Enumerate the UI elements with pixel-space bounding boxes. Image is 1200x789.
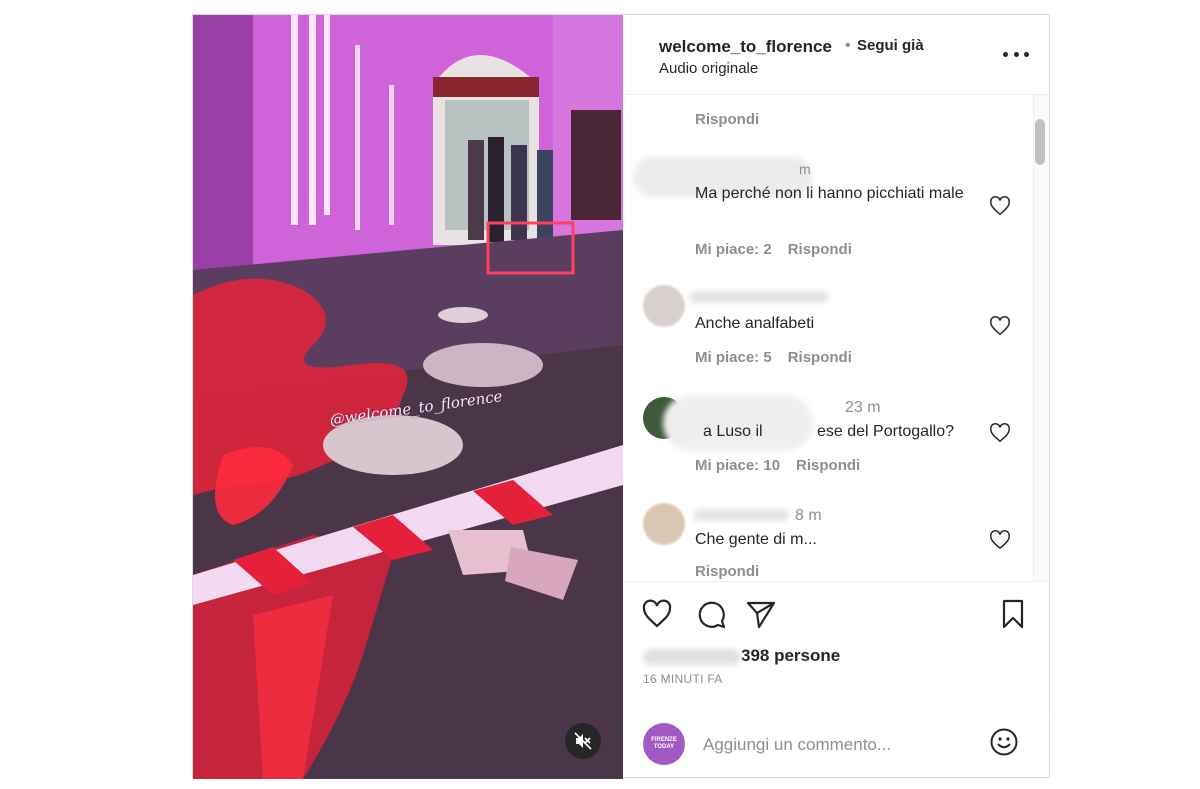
likes-count[interactable]: Mi piace: 5	[695, 349, 772, 366]
comment-text-end: ese del Portogallo?	[817, 423, 954, 440]
list-item: Rispondi	[695, 111, 759, 128]
post-timestamp[interactable]: 16 MINUTI FA	[643, 672, 723, 686]
likes-summary[interactable]: 398 persone	[643, 646, 840, 666]
heart-icon[interactable]	[641, 598, 673, 630]
post-sidebar: welcome_to_florence • Segui già Audio or…	[623, 15, 1051, 779]
likes-count[interactable]: Mi piace: 2	[695, 241, 772, 258]
heart-icon[interactable]	[989, 195, 1011, 217]
post-header: welcome_to_florence • Segui già Audio or…	[623, 15, 1051, 95]
audio-label[interactable]: Audio originale	[659, 60, 758, 77]
comment-bubble-icon[interactable]	[695, 598, 727, 630]
likes-count: 398 persone	[741, 646, 841, 665]
avatar-logo-text: TODAY	[653, 744, 675, 750]
comment-meta: Mi piace: 10 Rispondi	[695, 457, 860, 474]
heart-icon[interactable]	[989, 315, 1011, 337]
comment-text-start: a Luso il	[703, 423, 763, 440]
blurred-username	[693, 509, 789, 521]
post-actions: 398 persone 16 MINUTI FA FIRENZE TODAY	[623, 581, 1051, 780]
reply-button[interactable]: Rispondi	[788, 241, 852, 258]
comment-time: 8 m	[795, 507, 822, 524]
smiley-icon[interactable]	[989, 727, 1019, 757]
likes-count[interactable]: Mi piace: 10	[695, 457, 780, 474]
comment-text: Anche analfabeti	[695, 315, 815, 332]
comment-meta: Mi piace: 5 Rispondi	[695, 349, 852, 366]
more-dots-icon[interactable]	[1003, 43, 1029, 65]
speaker-muted-icon	[574, 732, 592, 750]
paper-plane-icon[interactable]	[745, 598, 777, 630]
post-video[interactable]: @welcome_to_florence	[193, 15, 623, 779]
heart-icon[interactable]	[989, 422, 1011, 444]
comment-text: Ma perché non li hanno picchiati male	[695, 185, 964, 202]
reply-button[interactable]: Rispondi	[788, 349, 852, 366]
comment-text: Che gente di m...	[695, 531, 817, 548]
comments-list[interactable]: Rispondi m Ma perché non li hanno picchi…	[623, 95, 1051, 581]
mute-button[interactable]	[565, 723, 601, 759]
comment-meta: Rispondi	[695, 563, 759, 580]
comments-scrollbar-track[interactable]	[1033, 95, 1048, 581]
follow-status-button[interactable]: Segui già	[857, 37, 924, 54]
blurred-username	[689, 291, 829, 303]
add-comment-row: FIRENZE TODAY	[623, 712, 1051, 781]
avatar[interactable]	[643, 503, 685, 545]
reply-button[interactable]: Rispondi	[695, 563, 759, 580]
author-username[interactable]: welcome_to_florence	[659, 37, 832, 57]
separator-dot: •	[845, 37, 851, 54]
blurred-liker	[643, 648, 741, 665]
bookmark-icon[interactable]	[997, 598, 1029, 630]
reply-button[interactable]: Rispondi	[695, 111, 759, 128]
comment-meta: Mi piace: 2 Rispondi	[695, 241, 852, 258]
heart-icon[interactable]	[989, 529, 1011, 551]
comments-scrollbar-thumb[interactable]	[1035, 119, 1045, 165]
avatar[interactable]: FIRENZE TODAY	[643, 723, 685, 765]
reply-button[interactable]: Rispondi	[796, 457, 860, 474]
video-frame	[193, 15, 623, 779]
comment-time: m	[799, 161, 811, 177]
avatar-logo-text: FIRENZE	[651, 737, 677, 743]
avatar[interactable]	[643, 285, 685, 327]
comment-input[interactable]	[701, 731, 985, 759]
instagram-post: @welcome_to_florence welcome_to_florence…	[192, 14, 1051, 779]
comment-time: 23 m	[845, 399, 881, 416]
